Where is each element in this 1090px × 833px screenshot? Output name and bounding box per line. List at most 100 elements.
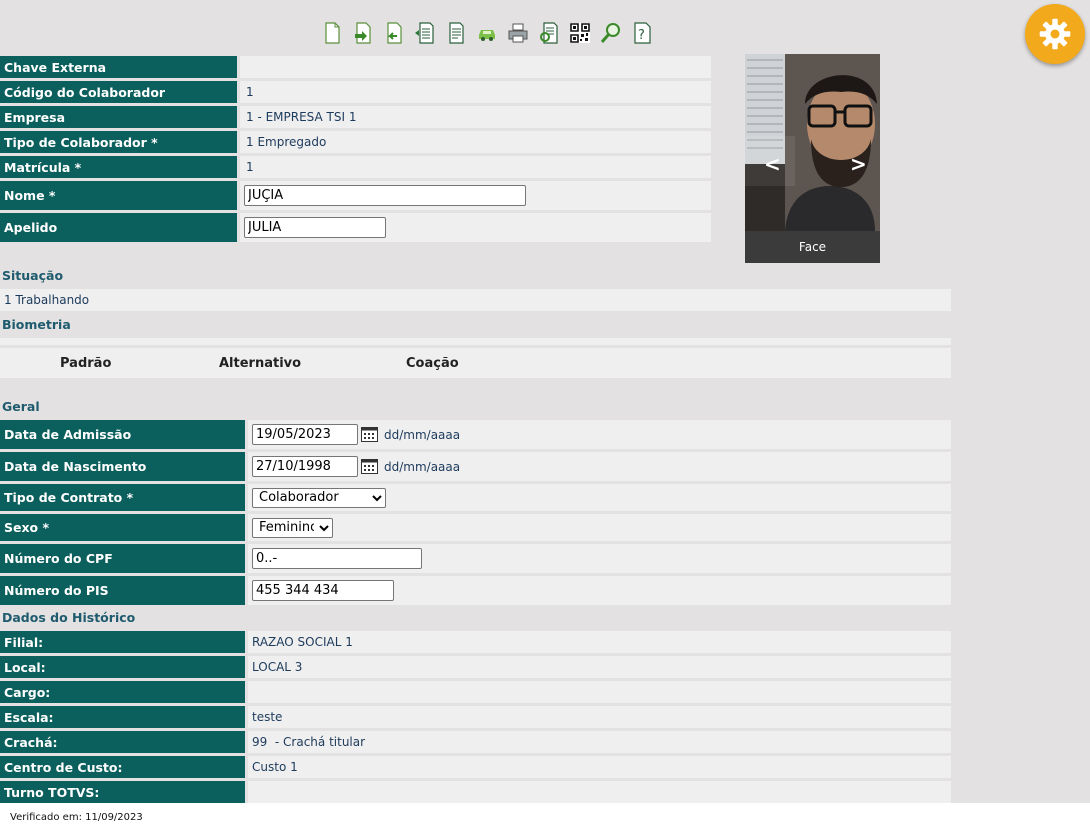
field-label: Filial: [0,631,245,653]
field-value: 1 Empregado [240,131,711,153]
field-label: Escala: [0,706,245,728]
nome-input[interactable] [244,185,526,206]
verified-date: Verificado em: 11/09/2023 [10,812,143,823]
field-row-matricula: Matrícula * 1 [0,156,711,178]
historico-row-cargo: Cargo: [0,681,951,703]
field-label: Sexo * [0,514,245,541]
qr-code-icon[interactable] [566,20,593,46]
car-icon[interactable] [473,20,500,46]
situacao-row: 1 Trabalhando [0,289,951,311]
historico-row-cracha: Crachá: 99 - Crachá titular [0,731,951,753]
field-value [240,181,711,210]
field-value: Feminino [248,514,951,541]
field-label: Local: [0,656,245,678]
biometria-col-alternativo: Alternativo [219,356,302,371]
toolbar: ? [318,20,655,46]
field-value [248,781,951,803]
field-value [248,544,951,573]
field-label: Matrícula * [0,156,237,178]
field-row-data-nascimento: Data de Nascimento dd/mm/aaaa [0,452,951,481]
field-value: 99 - Crachá titular [248,731,951,753]
field-label: Código do Colaborador [0,81,237,103]
report-icon[interactable] [442,20,469,46]
field-row-pis: Número do PIS [0,576,951,605]
situacao-value: 1 Trabalhando [0,289,951,311]
search-document-icon[interactable] [535,20,562,46]
field-label: Número do PIS [0,576,245,605]
field-label: Data de Admissão [0,420,245,449]
field-row-chave-externa: Chave Externa [0,56,711,78]
field-value: dd/mm/aaaa [248,420,951,449]
field-row-empresa: Empresa 1 - EMPRESA TSI 1 [0,106,711,128]
svg-text:?: ? [638,28,645,43]
sexo-select[interactable]: Feminino [252,517,333,538]
field-row-tipo-colaborador: Tipo de Colaborador * 1 Empregado [0,131,711,153]
field-value [248,576,951,605]
search-icon[interactable] [597,20,624,46]
help-icon[interactable]: ? [628,20,655,46]
field-label: Chave Externa [0,56,237,78]
field-label: Crachá: [0,731,245,753]
apelido-input[interactable] [244,217,386,238]
pis-input[interactable] [252,580,394,601]
field-value [248,681,951,703]
calendar-icon[interactable] [361,427,378,442]
footer-bar [0,803,1090,833]
section-title-situacao: Situação [2,268,64,283]
photo-next-arrow[interactable]: > [850,152,867,176]
field-value: teste [248,706,951,728]
field-row-codigo-colaborador: Código do Colaborador 1 [0,81,711,103]
data-nascimento-input[interactable] [252,456,358,477]
field-row-nome: Nome * [0,181,711,210]
cpf-input[interactable] [252,548,422,569]
list-icon[interactable] [411,20,438,46]
field-value [240,213,711,242]
export-icon[interactable] [349,20,376,46]
section-title-historico: Dados do Histórico [2,610,136,625]
biometria-header: Padrão Alternativo Coação [0,348,951,378]
biometria-divider [0,338,951,345]
data-admissao-input[interactable] [252,424,358,445]
field-label: Cargo: [0,681,245,703]
field-value: Colaborador [248,484,951,511]
section-title-biometria: Biometria [2,317,71,332]
field-label: Tipo de Colaborador * [0,131,237,153]
field-label: Apelido [0,213,237,242]
field-value: 1 [240,81,711,103]
gear-icon [1039,18,1071,50]
print-icon[interactable] [504,20,531,46]
field-value: dd/mm/aaaa [248,452,951,481]
section-title-geral: Geral [2,399,40,414]
field-value [240,56,711,78]
field-row-data-admissao: Data de Admissão dd/mm/aaaa [0,420,951,449]
field-label: Data de Nascimento [0,452,245,481]
field-value: 1 - EMPRESA TSI 1 [240,106,711,128]
field-row-sexo: Sexo * Feminino [0,514,951,541]
date-format-hint: dd/mm/aaaa [384,459,461,474]
historico-row-local: Local: LOCAL 3 [0,656,951,678]
field-value: LOCAL 3 [248,656,951,678]
field-row-cpf: Número do CPF [0,544,951,573]
calendar-icon[interactable] [361,459,378,474]
date-format-hint: dd/mm/aaaa [384,427,461,442]
field-value: RAZAO SOCIAL 1 [248,631,951,653]
historico-row-centro-custo: Centro de Custo: Custo 1 [0,756,951,778]
field-label: Centro de Custo: [0,756,245,778]
new-document-icon[interactable] [318,20,345,46]
field-row-apelido: Apelido [0,213,711,242]
historico-row-turno-totvs: Turno TOTVS: [0,781,951,803]
face-photo [745,54,880,231]
undo-icon[interactable] [380,20,407,46]
face-photo-panel: < > Face [745,54,880,263]
biometria-col-coacao: Coação [406,356,459,371]
field-label: Nome * [0,181,237,210]
biometria-col-padrao: Padrão [60,356,112,371]
photo-prev-arrow[interactable]: < [764,152,781,176]
field-label: Turno TOTVS: [0,781,245,803]
field-label: Empresa [0,106,237,128]
photo-caption: Face [745,231,880,263]
tipo-contrato-select[interactable]: Colaborador [252,487,386,508]
field-row-tipo-contrato: Tipo de Contrato * Colaborador [0,484,951,511]
field-label: Tipo de Contrato * [0,484,245,511]
settings-gear-button[interactable] [1025,4,1085,64]
